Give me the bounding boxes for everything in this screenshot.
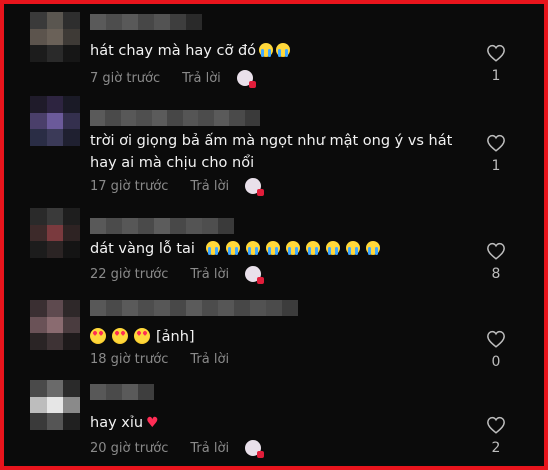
comment-meta: 20 giờ trước Trả lời bbox=[90, 440, 265, 458]
reply-button[interactable]: Trả lời bbox=[190, 352, 229, 367]
creator-liked-avatar-icon bbox=[245, 178, 265, 196]
creator-liked-avatar-icon bbox=[236, 70, 256, 88]
crying-face-icon bbox=[259, 43, 274, 57]
heart-outline-icon[interactable] bbox=[486, 134, 506, 152]
comment-time: 17 giờ trước bbox=[90, 178, 169, 194]
comment-text: [ảnh] bbox=[90, 326, 470, 348]
username-blurred[interactable] bbox=[90, 300, 298, 316]
crying-face-icon bbox=[205, 241, 220, 255]
comment-time: 22 giờ trước bbox=[90, 266, 169, 282]
heart-eyes-face-icon bbox=[134, 328, 150, 344]
avatar[interactable] bbox=[30, 380, 80, 430]
heart-eyes-face-icon bbox=[90, 328, 106, 344]
reply-button[interactable]: Trả lời bbox=[182, 71, 221, 86]
comment-item: dát vàng lỗ tai 22 giờ trước Trả lời 8 bbox=[4, 200, 544, 288]
reply-button[interactable]: Trả lời bbox=[190, 267, 229, 282]
crying-face-icon bbox=[325, 241, 340, 255]
crying-face-icon bbox=[265, 241, 280, 255]
like-control[interactable]: 1 bbox=[484, 44, 508, 84]
heart-outline-icon[interactable] bbox=[486, 242, 506, 260]
like-control[interactable]: 0 bbox=[484, 330, 508, 370]
crying-face-icon bbox=[245, 241, 260, 255]
like-control[interactable]: 8 bbox=[484, 242, 508, 282]
heart-outline-icon[interactable] bbox=[486, 330, 506, 348]
comment-time: 7 giờ trước bbox=[90, 70, 161, 86]
crying-face-icon bbox=[285, 241, 300, 255]
username-blurred[interactable] bbox=[90, 384, 166, 400]
comment-meta: 22 giờ trước Trả lời bbox=[90, 266, 265, 284]
creator-liked-avatar-icon bbox=[245, 266, 265, 284]
crying-face-icon bbox=[276, 43, 291, 57]
crying-face-icon bbox=[305, 241, 320, 255]
like-count: 0 bbox=[491, 354, 501, 370]
crying-face-icon bbox=[225, 241, 240, 255]
reply-button[interactable]: Trả lời bbox=[190, 441, 229, 456]
reply-button[interactable]: Trả lời bbox=[190, 179, 229, 194]
avatar[interactable] bbox=[30, 96, 80, 146]
comment-text: dát vàng lỗ tai bbox=[90, 238, 470, 260]
creator-liked-avatar-icon bbox=[245, 440, 265, 458]
username-blurred[interactable] bbox=[90, 110, 260, 126]
like-control[interactable]: 1 bbox=[484, 134, 508, 174]
avatar[interactable] bbox=[30, 208, 80, 258]
comment-text: trời ơi giọng bả ấm mà ngọt như mật ong … bbox=[90, 133, 453, 171]
red-heart-icon: ♥ bbox=[146, 415, 159, 431]
comment-item: hay xỉu ♥ 20 giờ trước Trả lời 2 bbox=[4, 376, 544, 464]
comments-panel: hát chay mà hay cỡ đó 7 giờ trước Trả lờ… bbox=[0, 0, 548, 470]
crying-face-icon bbox=[345, 241, 360, 255]
comment-time: 20 giờ trước bbox=[90, 440, 169, 456]
like-count: 1 bbox=[491, 158, 501, 174]
comment-item: [ảnh] 18 giờ trước Trả lời 0 bbox=[4, 290, 544, 378]
avatar[interactable] bbox=[30, 300, 80, 350]
comment-text: hay xỉu ♥ bbox=[90, 415, 159, 431]
heart-outline-icon[interactable] bbox=[486, 416, 506, 434]
comment-item: trời ơi giọng bả ấm mà ngọt như mật ong … bbox=[4, 92, 544, 196]
like-count: 2 bbox=[491, 440, 501, 456]
username-blurred[interactable] bbox=[90, 14, 202, 30]
username-blurred[interactable] bbox=[90, 218, 242, 234]
comment-text: hát chay mà hay cỡ đó bbox=[90, 40, 470, 62]
like-count: 1 bbox=[491, 68, 501, 84]
like-count: 8 bbox=[491, 266, 501, 282]
avatar[interactable] bbox=[30, 12, 80, 62]
crying-face-icon bbox=[365, 241, 380, 255]
comment-meta: 18 giờ trước Trả lời bbox=[90, 352, 245, 367]
heart-outline-icon[interactable] bbox=[486, 44, 506, 62]
crying-face-emojis bbox=[200, 241, 380, 257]
comment-item: hát chay mà hay cỡ đó 7 giờ trước Trả lờ… bbox=[4, 4, 544, 92]
comment-meta: 17 giờ trước Trả lời bbox=[90, 178, 265, 196]
heart-eyes-face-icon bbox=[112, 328, 128, 344]
comment-meta: 7 giờ trước Trả lời bbox=[90, 70, 256, 88]
like-control[interactable]: 2 bbox=[484, 416, 508, 456]
comment-time: 18 giờ trước bbox=[90, 352, 169, 367]
